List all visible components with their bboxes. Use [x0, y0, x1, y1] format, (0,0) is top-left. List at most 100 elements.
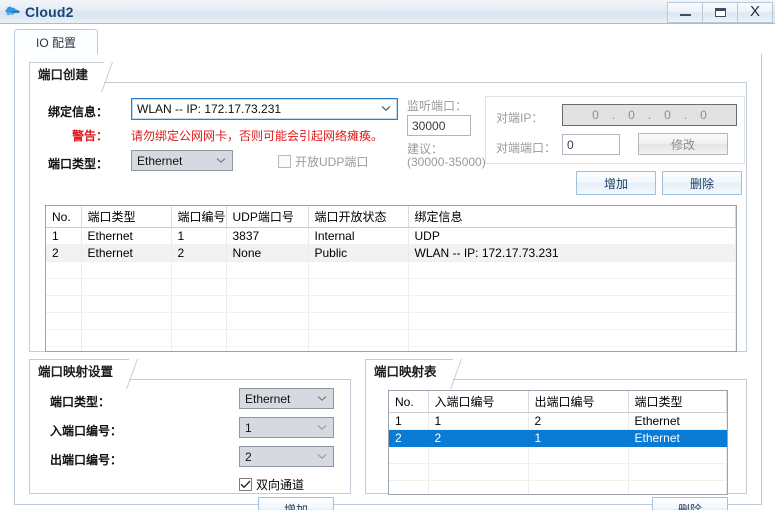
- port-table-header-row: No. 端口类型 端口编号 UDP端口号 端口开放状态 绑定信息: [46, 206, 736, 228]
- mapping-col-in[interactable]: 入端口编号: [428, 391, 529, 413]
- table-row-empty: [389, 463, 727, 481]
- mapping-col-no[interactable]: No.: [389, 391, 429, 413]
- peer-settings-frame: 对端IP： 0 . 0 . 0 . 0 对端端口： 0 修改: [485, 96, 745, 164]
- cell-binding: UDP: [408, 227, 736, 245]
- listen-port-input[interactable]: 30000: [407, 115, 471, 136]
- peer-ip-label: 对端IP：: [496, 111, 544, 125]
- warning-label: 警告：: [72, 129, 109, 143]
- peer-port-label: 对端端口：: [496, 141, 557, 155]
- cell-type: Ethernet: [81, 244, 172, 262]
- table-row-empty: [46, 261, 736, 279]
- mapping-out-port-value: 2: [245, 449, 252, 464]
- mapping-out-port-combobox[interactable]: 2: [239, 446, 334, 467]
- client-area: IO 配置 端口创建 绑定信息： WLAN -- IP: 172.17.73.2…: [0, 24, 775, 510]
- port-table-col-udp[interactable]: UDP端口号: [226, 206, 309, 228]
- udp-port-checkbox-label: 开放UDP端口: [295, 155, 369, 169]
- peer-port-value: 0: [567, 137, 574, 152]
- cell-no: 2: [389, 429, 429, 447]
- group-mapping-table: 端口映射表 No. 入端口编号 出端口编号 端口类型 1 1 2 Etherne…: [365, 359, 747, 510]
- peer-ip-dot-3: .: [683, 108, 688, 122]
- group-mapping-settings-title: 端口映射设置: [29, 359, 130, 380]
- mapping-table-header-row: No. 入端口编号 出端口编号 端口类型: [389, 391, 727, 413]
- table-row-empty: [46, 295, 736, 313]
- cell-type: Ethernet: [81, 227, 172, 245]
- cell-no: 1: [389, 412, 429, 430]
- cloud-icon: [4, 3, 22, 21]
- delete-port-button[interactable]: 删除: [662, 171, 742, 195]
- modify-button-label: 修改: [670, 137, 695, 152]
- cell-number: 2: [171, 244, 227, 262]
- udp-port-checkbox[interactable]: 开放UDP端口: [278, 153, 368, 170]
- binding-info-combobox[interactable]: WLAN -- IP: 172.17.73.231: [131, 98, 398, 120]
- tab-io-config[interactable]: IO 配置: [14, 29, 98, 55]
- maximize-button[interactable]: [702, 1, 738, 23]
- add-port-button-label: 增加: [603, 176, 628, 191]
- chevron-down-icon: [216, 156, 226, 165]
- mapping-add-button[interactable]: 增加: [258, 497, 334, 510]
- tab-strip: IO 配置: [14, 29, 762, 55]
- mapping-add-button-label: 增加: [283, 502, 308, 510]
- port-type-value: Ethernet: [137, 153, 183, 168]
- group-mapping-settings-title-label: 端口映射设置: [38, 364, 114, 379]
- port-type-combobox[interactable]: Ethernet: [131, 150, 233, 171]
- bidirectional-checkbox-box: [239, 478, 252, 491]
- port-table-col-number[interactable]: 端口编号: [171, 206, 227, 228]
- peer-ip-input[interactable]: 0 . 0 . 0 . 0: [562, 104, 737, 126]
- minimize-button[interactable]: [667, 1, 703, 23]
- table-row-empty: [46, 278, 736, 296]
- title-bar: Cloud2 X: [0, 0, 775, 24]
- delete-port-button-label: 删除: [689, 176, 714, 191]
- bidirectional-checkbox-label: 双向通道: [256, 478, 305, 492]
- mapping-port-type-value: Ethernet: [245, 391, 291, 406]
- window-controls: X: [667, 1, 773, 23]
- peer-port-input[interactable]: 0: [562, 134, 620, 155]
- cell-number: 1: [171, 227, 227, 245]
- listen-port-value: 30000: [412, 118, 446, 133]
- mapping-delete-button-label: 删除: [677, 502, 702, 510]
- port-table-col-no[interactable]: No.: [46, 206, 82, 228]
- listen-port-suggest-range: (30000-35000): [407, 155, 486, 169]
- mapping-in-port-value: 1: [245, 420, 252, 435]
- add-port-button[interactable]: 增加: [576, 171, 656, 195]
- group-port-create-title-label: 端口创建: [38, 67, 89, 82]
- udp-port-checkbox-box: [278, 155, 291, 168]
- group-mapping-table-body: No. 入端口编号 出端口编号 端口类型 1 1 2 Ethernet 2 2 …: [365, 379, 747, 510]
- cell-no: 1: [46, 227, 82, 245]
- cell-binding: WLAN -- IP: 172.17.73.231: [408, 244, 736, 262]
- mapping-table[interactable]: No. 入端口编号 出端口编号 端口类型 1 1 2 Ethernet 2 2 …: [388, 390, 728, 495]
- group-port-create: 端口创建 绑定信息： WLAN -- IP: 172.17.73.231 警告：…: [29, 62, 747, 352]
- cell-status: Public: [308, 244, 409, 262]
- table-row-selected[interactable]: 2 2 1 Ethernet: [389, 429, 727, 447]
- mapping-port-type-combobox[interactable]: Ethernet: [239, 388, 334, 409]
- bidirectional-checkbox[interactable]: 双向通道: [239, 476, 304, 493]
- close-button[interactable]: X: [737, 1, 773, 23]
- group-mapping-settings: 端口映射设置 端口类型： Ethernet 入端口编号： 1 出端口编号： 2 …: [29, 359, 351, 510]
- table-row[interactable]: 1 1 2 Ethernet: [389, 412, 727, 430]
- table-row[interactable]: 2 Ethernet 2 None Public WLAN -- IP: 172…: [46, 244, 736, 262]
- port-table-col-type[interactable]: 端口类型: [81, 206, 172, 228]
- window-title: Cloud2: [25, 3, 74, 20]
- mapping-col-type[interactable]: 端口类型: [628, 391, 727, 413]
- chevron-down-icon: [317, 423, 327, 432]
- cell-udp: 3837: [226, 227, 309, 245]
- peer-ip-octet-3: 0: [664, 108, 671, 122]
- group-mapping-table-title: 端口映射表: [365, 359, 453, 380]
- mapping-col-out[interactable]: 出端口编号: [528, 391, 629, 413]
- port-table-col-binding[interactable]: 绑定信息: [408, 206, 736, 228]
- peer-ip-octet-4: 0: [700, 108, 707, 122]
- mapping-port-type-label: 端口类型：: [50, 395, 111, 409]
- port-table-col-status[interactable]: 端口开放状态: [308, 206, 409, 228]
- cell-port-type: Ethernet: [628, 429, 727, 447]
- mapping-delete-button[interactable]: 删除: [652, 497, 728, 510]
- mapping-out-port-label: 出端口编号：: [50, 453, 123, 467]
- tab-panel-io-config: 端口创建 绑定信息： WLAN -- IP: 172.17.73.231 警告：…: [14, 54, 762, 510]
- table-row[interactable]: 1 Ethernet 1 3837 Internal UDP: [46, 227, 736, 245]
- binding-info-label: 绑定信息：: [48, 105, 109, 119]
- port-table[interactable]: No. 端口类型 端口编号 UDP端口号 端口开放状态 绑定信息 1 Ether…: [45, 205, 737, 352]
- group-mapping-settings-body: 端口类型： Ethernet 入端口编号： 1 出端口编号： 2 双向通道 增加: [29, 379, 351, 510]
- port-type-label: 端口类型：: [48, 157, 109, 171]
- mapping-table-grid: No. 入端口编号 出端口编号 端口类型 1 1 2 Ethernet 2 2 …: [389, 391, 727, 494]
- modify-button[interactable]: 修改: [638, 133, 728, 155]
- cell-in-port: 2: [428, 429, 529, 447]
- mapping-in-port-combobox[interactable]: 1: [239, 417, 334, 438]
